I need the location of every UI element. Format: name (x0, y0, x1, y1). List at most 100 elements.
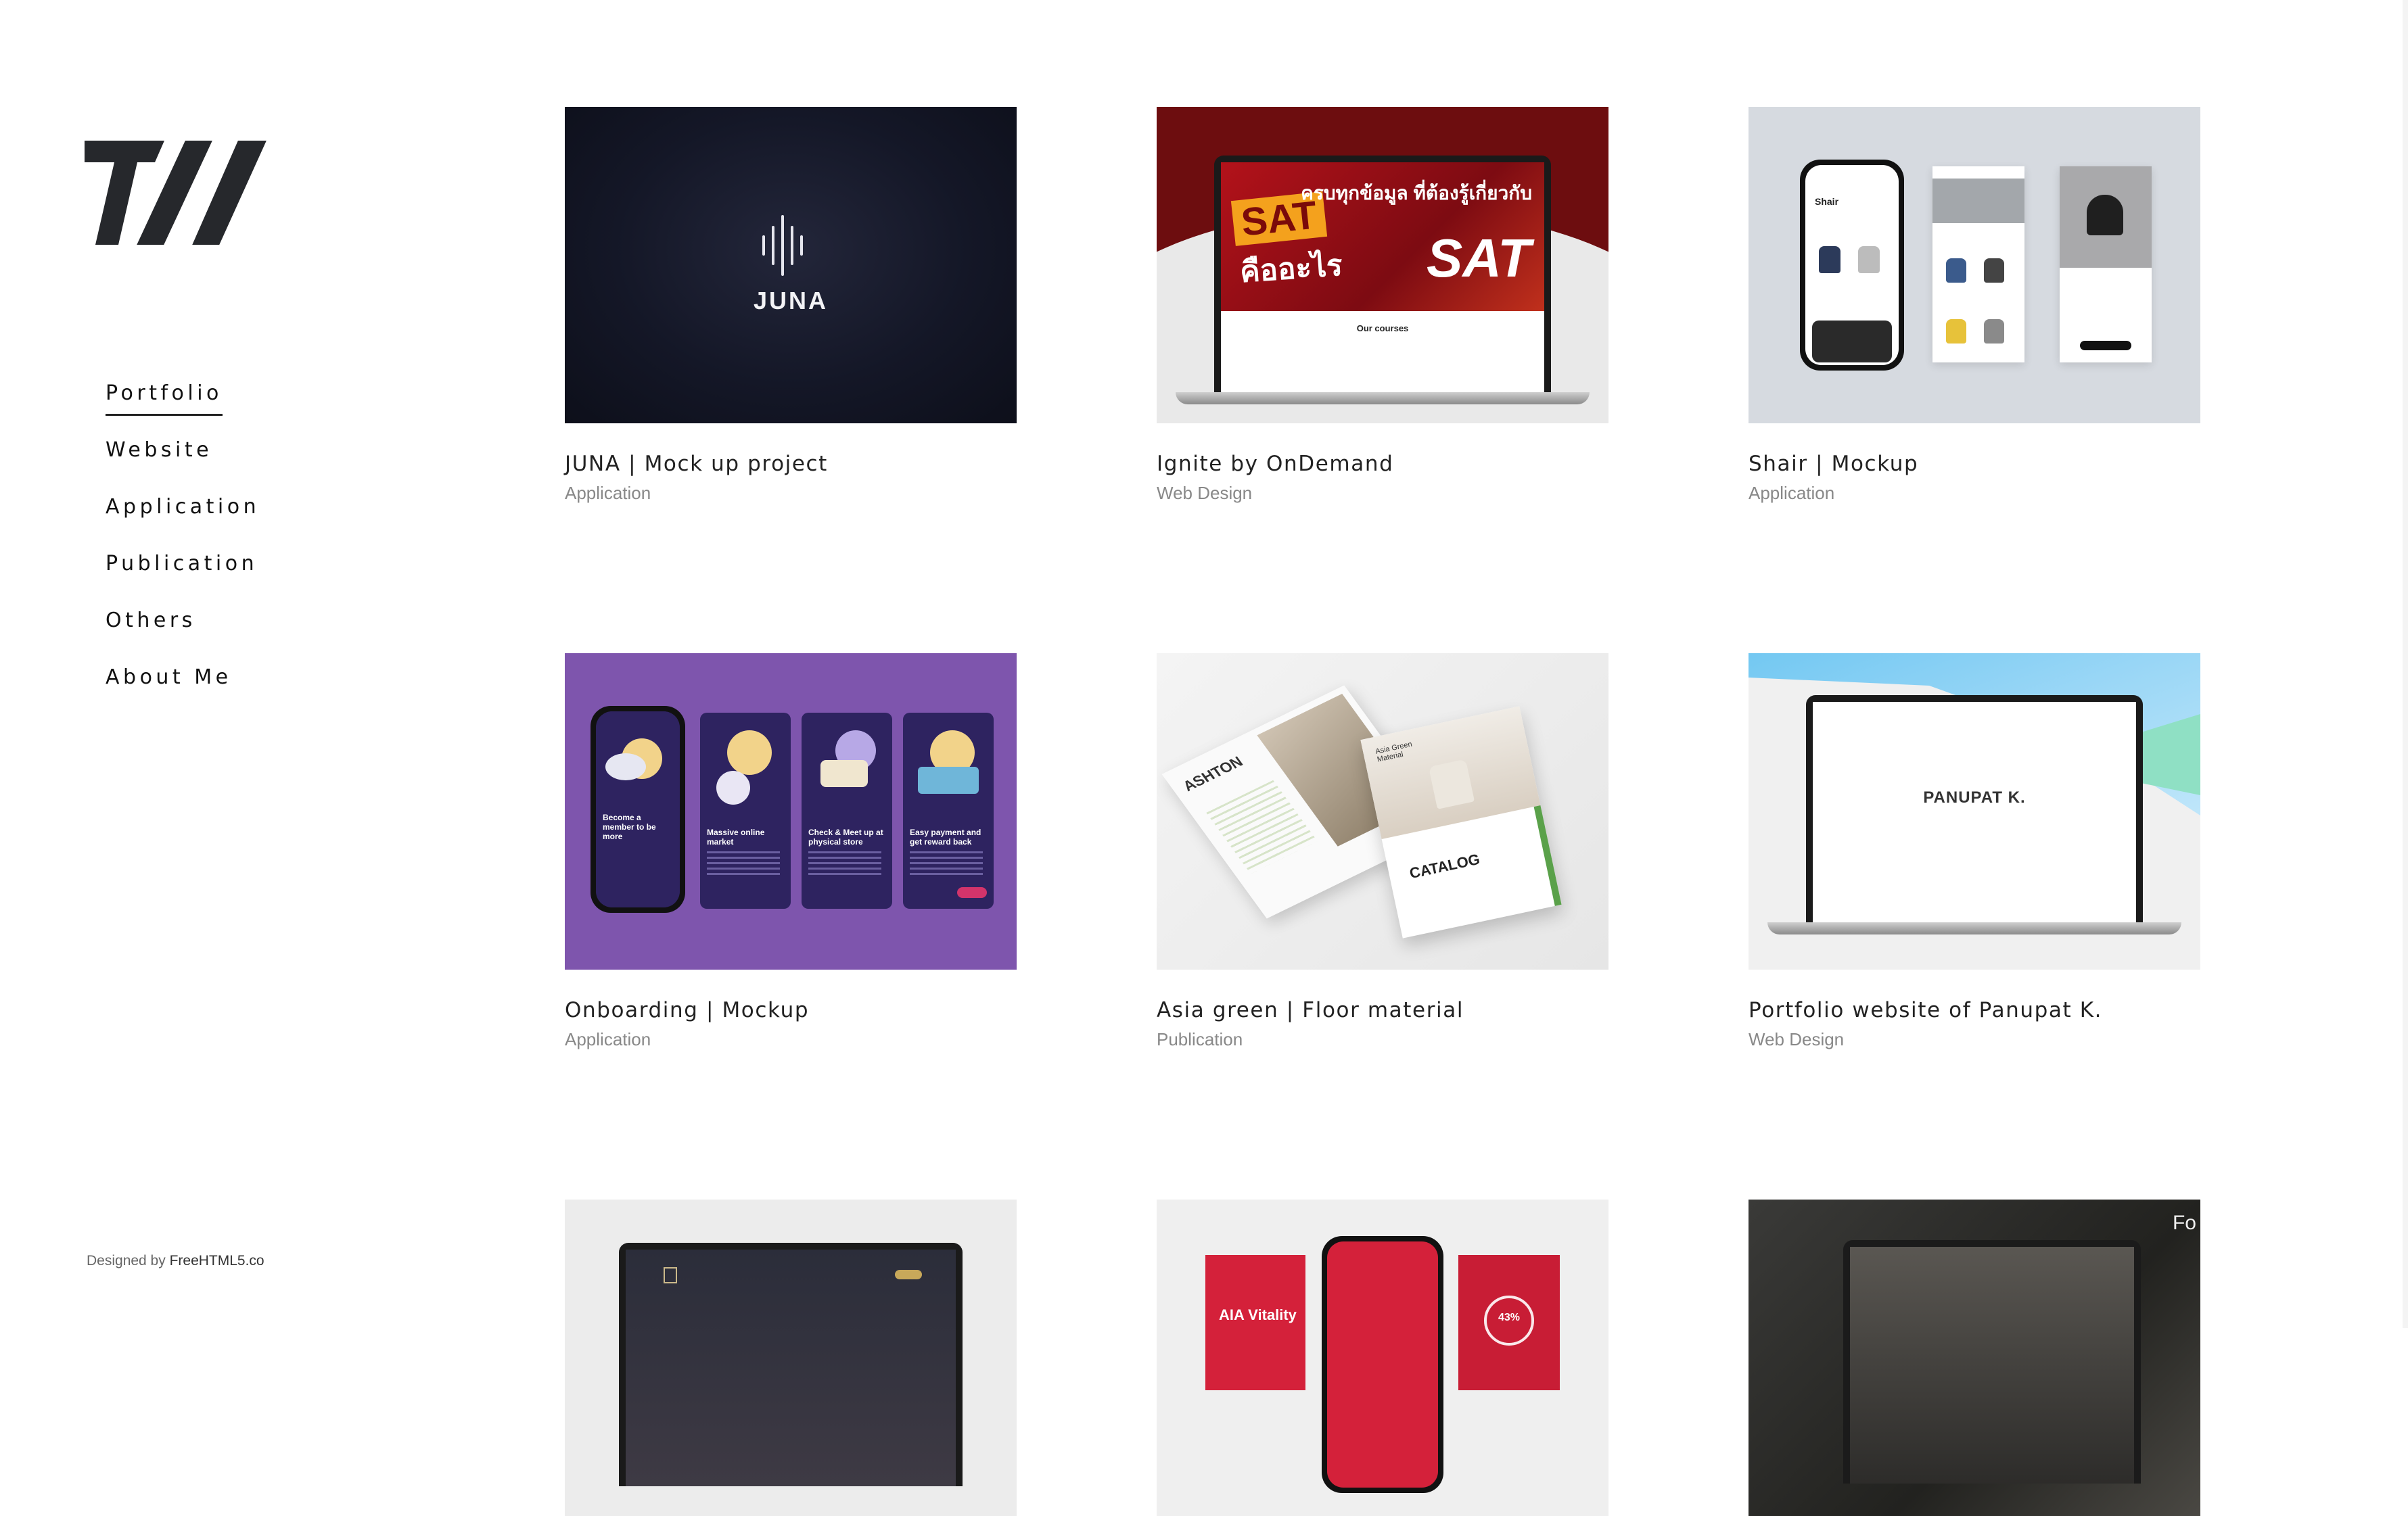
nav-item-publication[interactable]: Publication (106, 545, 260, 602)
project-thumbnail[interactable]: Shair (1749, 107, 2200, 423)
book-button (895, 1270, 922, 1279)
nav-item-application[interactable]: Application (106, 488, 260, 545)
credit-link[interactable]: FreeHTML5.co (170, 1253, 264, 1269)
phone-screen (1327, 1241, 1438, 1488)
project-title[interactable]: Shair | Mockup (1749, 452, 2200, 476)
onboarding-screen: Massive online market (700, 713, 791, 909)
screen-panel (2060, 166, 2152, 362)
courses-heading: Our courses (1356, 323, 1409, 333)
featured-chair-image (1812, 321, 1892, 362)
add-to-cart-button (2080, 341, 2131, 350)
catalog-title: CATALOG (1408, 850, 1481, 882)
nav-label: Portfolio (106, 375, 223, 416)
scrollbar[interactable] (2403, 0, 2408, 1328)
project-thumbnail[interactable]: Become a member to be more Massive onlin… (565, 653, 1017, 970)
project-card-juna[interactable]: JUNA JUNA | Mock up project Application (565, 107, 1017, 504)
project-category: Application (565, 483, 651, 503)
body-text-lines (707, 851, 780, 876)
nav-item-about-me[interactable]: About Me (106, 659, 260, 715)
project-thumbnail[interactable] (565, 1200, 1017, 1516)
chair-image (1858, 246, 1880, 273)
project-title[interactable]: JUNA | Mock up project (565, 452, 1017, 476)
aia-brand: AIA Vitality (1219, 1306, 1297, 1323)
project-title[interactable]: Asia green | Floor material (1157, 998, 1608, 1022)
footer-credit: Designed by FreeHTML5.co (87, 1253, 264, 1269)
project-thumbnail[interactable]: JUNA (565, 107, 1017, 423)
main-nav: Portfolio Website Application Publicatio… (106, 375, 260, 715)
project-category: Application (565, 1029, 651, 1049)
aia-card-left: AIA Vitality (1205, 1255, 1305, 1390)
project-card-onboarding[interactable]: Become a member to be more Massive onlin… (565, 653, 1017, 1050)
onboarding-screen: Easy payment and get reward back (903, 713, 994, 909)
nav-item-portfolio[interactable]: Portfolio (106, 375, 260, 431)
chair-image (2087, 195, 2123, 235)
phone-mockup: Shair (1800, 160, 1904, 371)
body-text-lines (910, 851, 983, 876)
progress-ring-value: 43% (1498, 1312, 1521, 1323)
juna-wordmark: JUNA (753, 287, 828, 314)
laptop-display (1850, 1247, 2134, 1484)
laptop-display: SAT คืออะไร ครบทุกข้อมูล ที่ต้องรู้เกี่ย… (1221, 162, 1544, 392)
laptop-base (1767, 922, 2181, 934)
nav-label: Publication (106, 552, 258, 575)
illustration (727, 730, 772, 775)
chair-image (1819, 246, 1840, 273)
project-title[interactable]: Ignite by OnDemand (1157, 452, 1608, 476)
hero-text: ครบทุกข้อมูล ที่ต้องรู้เกี่ยวกับ (1301, 183, 1532, 204)
illustration (605, 753, 646, 780)
catalog-spine-accent (1533, 805, 1562, 906)
hero-text: SAT (1426, 228, 1531, 288)
chair-image (1946, 258, 1966, 283)
project-title[interactable]: Portfolio website of Panupat K. (1749, 998, 2200, 1022)
phone-screen: Shair (1805, 165, 1899, 365)
project-thumbnail[interactable]: ASHTON Asia Green Material CATALOG (1157, 653, 1608, 970)
phone-mockup (1322, 1236, 1443, 1493)
site-logo[interactable] (85, 135, 277, 245)
project-thumbnail[interactable]: PANUPAT K. (1749, 653, 2200, 970)
project-card-row3-1[interactable] (565, 1200, 1017, 1516)
project-card-shair[interactable]: Shair Shair | Mockup Application (1749, 107, 2200, 504)
project-card-ignite[interactable]: SAT คืออะไร ครบทุกข้อมูล ที่ต้องรู้เกี่ย… (1157, 107, 1608, 504)
body-text-lines (808, 851, 881, 876)
aia-card-right: 43% (1458, 1255, 1560, 1390)
project-category: Application (1749, 483, 1835, 503)
brochure-brand: ASHTON (1179, 753, 1246, 795)
project-card-row3-3[interactable]: Fo (1749, 1200, 2200, 1516)
hero-text: คืออะไร (1238, 248, 1344, 289)
laptop-mockup (619, 1243, 963, 1486)
screen-caption: Check & Meet up at physical store (808, 828, 883, 847)
illustration (716, 771, 750, 805)
project-category: Publication (1157, 1029, 1243, 1049)
nav-label: Website (106, 438, 213, 462)
project-thumbnail[interactable]: Fo (1749, 1200, 2200, 1516)
project-thumbnail[interactable]: SAT คืออะไร ครบทุกข้อมูล ที่ต้องรู้เกี่ย… (1157, 107, 1608, 423)
screen-caption: Massive online market (707, 828, 765, 847)
partial-wordmark: Fo (2172, 1212, 2196, 1234)
project-thumbnail[interactable]: AIA Vitality 43% (1157, 1200, 1608, 1516)
credit-prefix: Designed by (87, 1253, 170, 1269)
nav-label: Application (106, 495, 260, 519)
site-name: PANUPAT K. (1923, 788, 2026, 807)
project-card-asia-green[interactable]: ASHTON Asia Green Material CATALOG Asia … (1157, 653, 1608, 1050)
laptop-base (1176, 392, 1590, 404)
chair-image (1946, 319, 1966, 344)
hotel-logo-icon (664, 1267, 677, 1283)
project-card-panupat[interactable]: PANUPAT K. Portfolio website of Panupat … (1749, 653, 2200, 1050)
laptop-mockup: SAT คืออะไร ครบทุกข้อมูล ที่ต้องรู้เกี่ย… (1214, 156, 1551, 392)
project-title[interactable]: Onboarding | Mockup (565, 998, 1017, 1022)
onboarding-screen: Check & Meet up at physical store (802, 713, 892, 909)
project-category: Web Design (1749, 1029, 1845, 1049)
get-started-button (957, 887, 987, 898)
chair-image (1984, 319, 2004, 344)
nav-item-website[interactable]: Website (106, 431, 260, 488)
chair-image (1984, 258, 2004, 283)
project-category: Web Design (1157, 483, 1253, 503)
nav-item-others[interactable]: Others (106, 602, 260, 659)
project-card-row3-2[interactable]: AIA Vitality 43% (1157, 1200, 1608, 1516)
laptop-mockup: PANUPAT K. (1806, 695, 2143, 922)
nav-label: Others (106, 609, 196, 632)
onboarding-screen: Become a member to be more (596, 711, 680, 907)
catalog-cover: Asia Green Material CATALOG (1360, 706, 1562, 939)
sofa-banner (1932, 179, 2024, 223)
screen-caption: Become a member to be more (603, 813, 656, 841)
